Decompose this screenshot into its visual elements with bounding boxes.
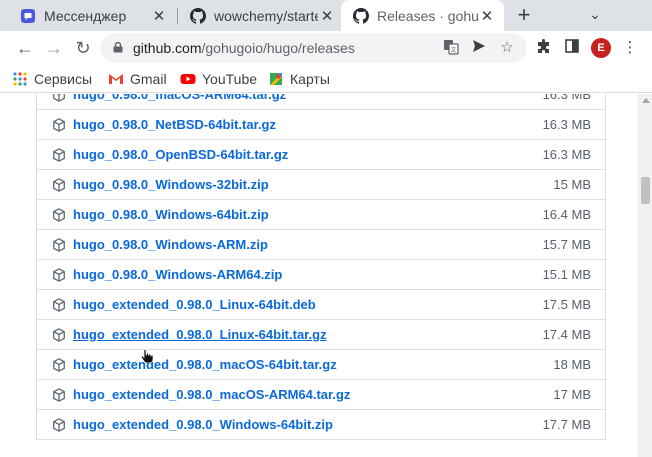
hand-cursor-icon [140,349,154,363]
apps-grid-icon [13,72,27,86]
package-icon [53,208,65,222]
package-icon [53,388,65,402]
package-icon [53,298,65,312]
asset-download-link[interactable]: hugo_0.98.0_macOS-ARM64.tar.gz [73,94,286,102]
asset-size: 16.3 MB [542,147,591,162]
close-tab-icon[interactable]: ✕ [478,7,496,25]
package-icon [53,118,65,132]
menu-kebab-icon[interactable]: ⋮ [621,39,639,57]
asset-row: hugo_0.98.0_Windows-64bit.zip 16.4 MB [36,200,606,230]
asset-size: 16.3 MB [542,94,591,102]
scroll-up-arrow-icon[interactable] [642,98,650,103]
bookmark-label: YouTube [202,71,258,87]
release-assets-list: hugo_0.98.0_macOS-ARM64.tar.gz 16.3 MB hug… [36,94,606,440]
asset-row: hugo_extended_0.98.0_Linux-64bit.deb 17.5… [36,290,606,320]
lock-icon [113,42,123,53]
bookmarks-bar: Сервисы Gmail YouTube Карты [0,65,652,93]
messenger-icon [21,8,35,23]
new-tab-button[interactable]: + [510,4,538,28]
url-text[interactable]: github.com/gohugoio/hugo/releases [133,40,355,56]
bookmark-services[interactable]: Сервисы [12,70,92,88]
page-content: hugo_0.98.0_macOS-ARM64.tar.gz 16.3 MB hug… [0,94,638,457]
bookmark-youtube[interactable]: YouTube [180,70,257,88]
tab-search-chevron-icon[interactable]: ⌄ [583,6,607,26]
package-icon [53,148,65,162]
asset-size: 18 MB [553,357,591,372]
maps-icon [270,73,282,85]
asset-size: 16.4 MB [542,207,591,222]
tab-title: Releases · gohugoio/hugo [377,7,478,24]
url-path: /gohugoio/hugo/releases [201,40,355,56]
asset-row: hugo_extended_0.98.0_macOS-64bit.tar.gz 1… [36,350,606,380]
asset-size: 15.1 MB [542,267,591,282]
asset-row: hugo_0.98.0_macOS-ARM64.tar.gz 16.3 MB [36,94,606,110]
asset-download-link[interactable]: hugo_0.98.0_OpenBSD-64bit.tar.gz [73,147,288,162]
package-icon [53,418,65,432]
asset-download-link[interactable]: hugo_0.98.0_Windows-ARM.zip [73,237,268,252]
side-panel-icon[interactable] [563,39,581,57]
package-icon [53,94,65,102]
asset-size: 17.7 MB [542,417,591,432]
asset-download-link[interactable]: hugo_extended_0.98.0_Linux-64bit.deb [73,297,316,312]
profile-avatar[interactable]: E [591,38,611,58]
asset-row: hugo_extended_0.98.0_Windows-64bit.zip 17… [36,410,606,440]
package-icon [53,178,65,192]
youtube-icon [180,74,196,84]
page-scrollbar[interactable] [638,94,652,457]
package-icon [53,268,65,282]
svg-text:文: 文 [450,46,456,54]
tab-title: wowchemy/starter [214,7,318,24]
asset-row: hugo_0.98.0_Windows-ARM64.zip 15.1 MB [36,260,606,290]
forward-arrow-icon[interactable]: → [41,35,67,61]
tab-wowchemy[interactable]: wowchemy/starter ✕ [178,0,344,31]
scrollbar-thumb[interactable] [641,177,650,204]
gmail-icon [109,74,123,84]
close-tab-icon[interactable]: ✕ [318,7,336,25]
bookmark-gmail[interactable]: Gmail [108,70,167,88]
asset-size: 16.3 MB [542,117,591,132]
extensions-puzzle-icon[interactable] [535,39,553,57]
asset-row: hugo_0.98.0_NetBSD-64bit.tar.gz 16.3 MB [36,110,606,140]
package-icon [53,328,65,342]
asset-size: 17.4 MB [542,327,591,342]
asset-row: hugo_extended_0.98.0_macOS-ARM64.tar.gz 1… [36,380,606,410]
package-icon [53,358,65,372]
asset-download-link[interactable]: hugo_0.98.0_Windows-32bit.zip [73,177,269,192]
asset-size: 15 MB [553,177,591,192]
github-icon [353,7,369,24]
package-icon [53,238,65,252]
asset-download-link[interactable]: hugo_extended_0.98.0_Windows-64bit.zip [73,417,333,432]
tab-messenger[interactable]: Мессенджер ✕ [8,0,176,31]
asset-row: hugo_0.98.0_Windows-ARM.zip 15.7 MB [36,230,606,260]
translate-icon[interactable]: 文 [442,39,460,57]
asset-size: 15.7 MB [542,237,591,252]
asset-download-link[interactable]: hugo_0.98.0_Windows-64bit.zip [73,207,269,222]
close-tab-icon[interactable]: ✕ [150,7,168,25]
url-host: github.com [133,40,202,56]
send-tab-icon[interactable] [470,39,488,57]
asset-download-link[interactable]: hugo_extended_0.98.0_Linux-64bit.tar.gz [73,327,327,342]
bookmark-star-icon[interactable]: ☆ [498,39,516,57]
github-icon [190,7,206,24]
asset-size: 17.5 MB [542,297,591,312]
bookmark-label: Сервисы [34,71,93,87]
asset-size: 17 MB [553,387,591,402]
back-arrow-icon[interactable]: ← [12,35,38,61]
tab-strip: Мессенджер ✕ wowchemy/starter ✕ Releases… [0,0,652,31]
asset-download-link[interactable]: hugo_0.98.0_Windows-ARM64.zip [73,267,282,282]
asset-row: hugo_0.98.0_Windows-32bit.zip 15 MB [36,170,606,200]
asset-row: hugo_0.98.0_OpenBSD-64bit.tar.gz 16.3 MB [36,140,606,170]
asset-download-link[interactable]: hugo_extended_0.98.0_macOS-64bit.tar.gz [73,357,337,372]
bookmark-label: Карты [290,71,330,87]
bookmark-label: Gmail [130,71,167,87]
asset-download-link[interactable]: hugo_0.98.0_NetBSD-64bit.tar.gz [73,117,276,132]
bookmark-maps[interactable]: Карты [268,70,330,88]
asset-download-link[interactable]: hugo_extended_0.98.0_macOS-ARM64.tar.gz [73,387,350,402]
tab-title: Мессенджер [44,7,127,24]
asset-row: hugo_extended_0.98.0_Linux-64bit.tar.gz 1… [36,320,606,350]
address-bar[interactable]: github.com/gohugoio/hugo/releases 文 ☆ [100,33,527,63]
tab-releases[interactable]: Releases · gohugoio/hugo ✕ [341,0,504,31]
reload-icon[interactable]: ↻ [70,35,96,61]
browser-toolbar: ← → ↻ github.com/gohugoio/hugo/releases … [0,31,652,65]
